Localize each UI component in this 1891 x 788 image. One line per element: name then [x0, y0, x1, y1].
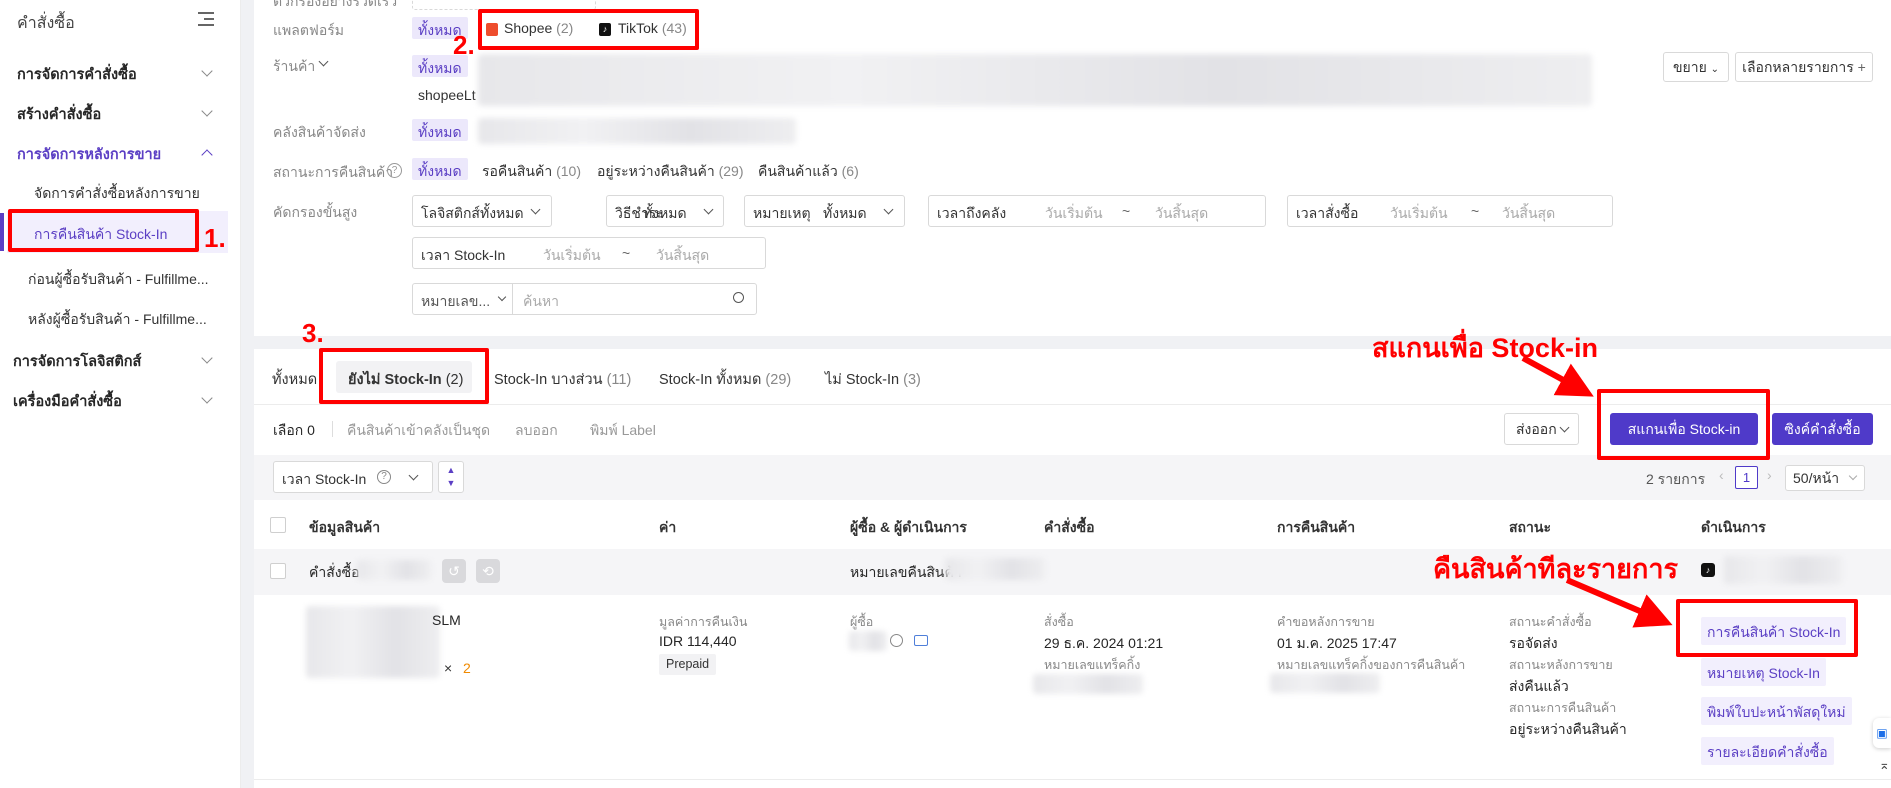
arrow-to-return-action [1565, 577, 1673, 628]
arrow-to-scan-button [1521, 355, 1594, 397]
annotation-arrows [1521, 355, 1673, 628]
